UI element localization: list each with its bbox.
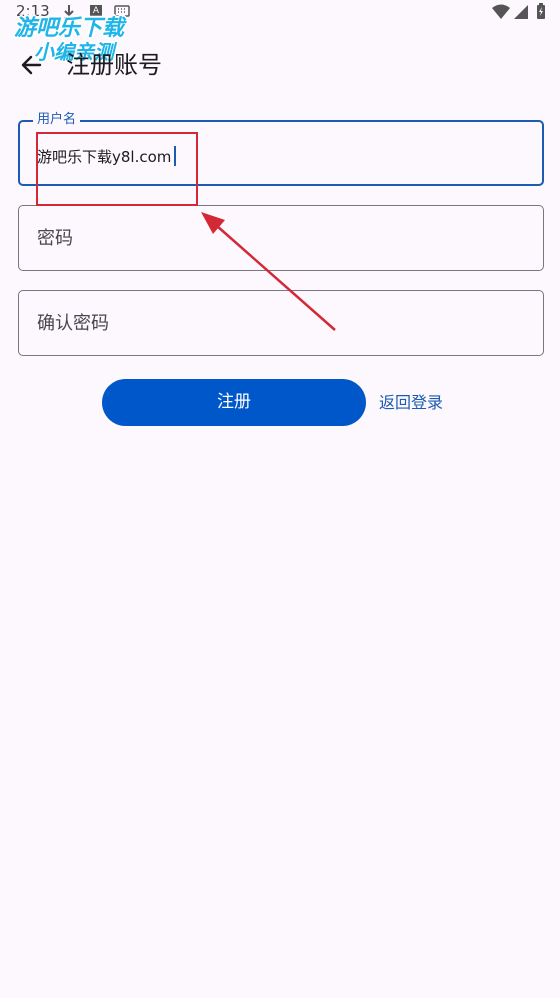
confirm-password-placeholder: 确认密码 (37, 313, 109, 334)
annotation-highlight-box (36, 132, 198, 206)
page-title: 注册账号 (66, 51, 162, 79)
back-to-login-link[interactable]: 返回登录 (379, 379, 443, 426)
annotation-arrow (201, 212, 336, 331)
battery-icon (537, 3, 545, 19)
wifi-icon (492, 4, 510, 19)
password-placeholder: 密码 (37, 228, 73, 249)
signal-icon (514, 5, 528, 19)
username-label: 用户名 (33, 111, 81, 129)
arrow-left-icon (21, 55, 42, 75)
register-button[interactable]: 注册 (102, 379, 366, 426)
back-button[interactable] (16, 48, 50, 82)
